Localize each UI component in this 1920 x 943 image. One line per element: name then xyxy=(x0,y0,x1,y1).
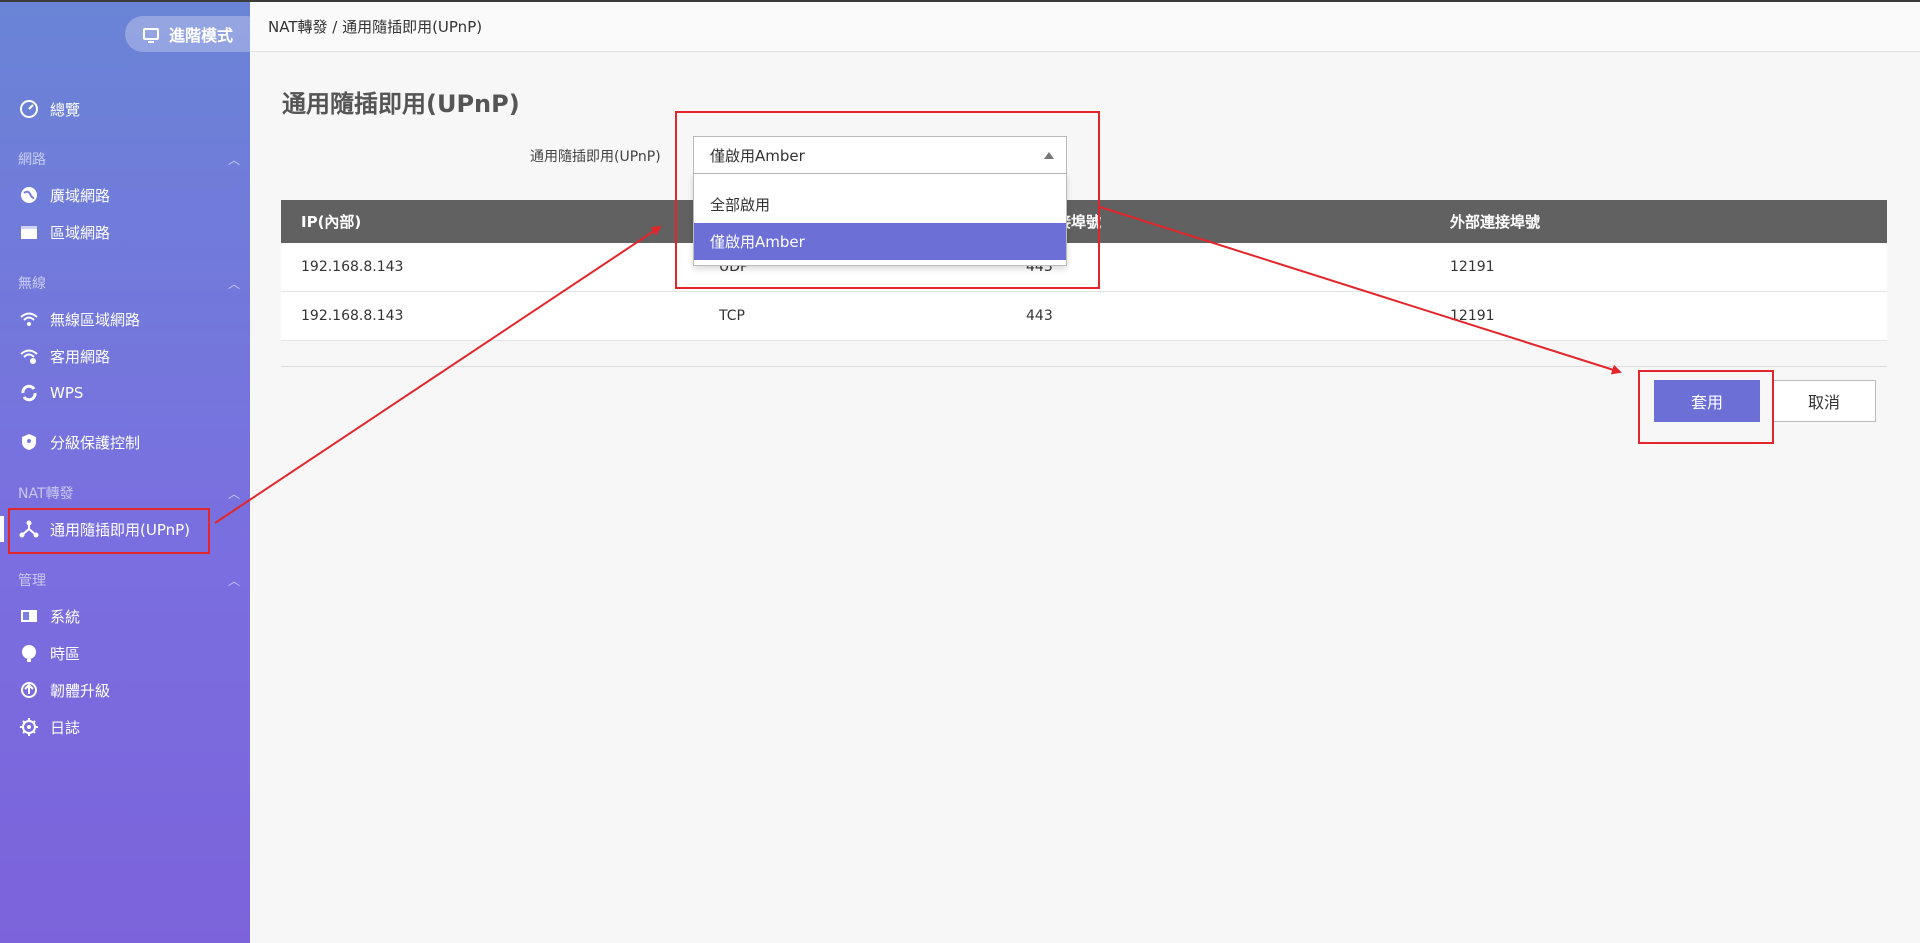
sidebar-item-overview[interactable]: 總覽 xyxy=(18,94,238,124)
upnp-mode-dropdown: 全部啟用 僅啟用Amber xyxy=(693,174,1067,266)
cell-protocol: TCP xyxy=(719,308,745,324)
cell-external-port: 12191 xyxy=(1450,308,1495,324)
section-network[interactable]: 網路 ︿ xyxy=(18,149,240,169)
sidebar-item-wan[interactable]: 廣域網路 xyxy=(18,180,238,210)
section-nat[interactable]: NAT轉發 ︿ xyxy=(18,483,240,503)
sidebar-item-label: 廣域網路 xyxy=(50,186,111,205)
sidebar-item-label: 分級保護控制 xyxy=(50,433,141,452)
upnp-field-label: 通用隨插即用(UPnP) xyxy=(530,149,661,165)
section-label: 管理 xyxy=(18,573,46,589)
sidebar-item-parental[interactable]: 分級保護控制 xyxy=(18,427,238,457)
cell-external-port: 12191 xyxy=(1450,259,1495,275)
globe-icon xyxy=(18,184,40,206)
upnp-mode-select[interactable]: 僅啟用Amber xyxy=(693,136,1067,174)
sidebar-item-upnp[interactable]: 通用隨插即用(UPnP) xyxy=(0,514,220,544)
sidebar-item-label: 區域網路 xyxy=(50,223,111,242)
sidebar: 進階模式 總覽 網路 ︿ 廣域網路 區域網路 無線 ︿ 無線區域網路 客用網路 … xyxy=(0,0,265,943)
cell-internal-port: 443 xyxy=(1026,308,1053,324)
system-icon xyxy=(18,605,40,627)
guest-wifi-icon xyxy=(18,345,40,367)
table-header: IP(內部) 部連接埠號 外部連接埠號 xyxy=(281,200,1887,243)
divider xyxy=(281,366,1887,367)
dashboard-icon xyxy=(18,98,40,120)
upgrade-icon xyxy=(18,679,40,701)
advanced-mode-label: 進階模式 xyxy=(169,26,234,45)
lan-icon xyxy=(18,221,40,243)
sidebar-item-wlan[interactable]: 無線區域網路 xyxy=(18,304,238,334)
header-external-port: 外部連接埠號 xyxy=(1450,213,1541,231)
top-border xyxy=(0,0,1920,2)
caret-up-icon xyxy=(1044,152,1054,159)
sidebar-item-guest[interactable]: 客用網路 xyxy=(18,341,238,371)
select-value: 僅啟用Amber xyxy=(710,146,805,165)
cell-internal-port: 443 xyxy=(1026,259,1053,275)
timezone-icon xyxy=(18,642,40,664)
monitor-icon xyxy=(143,28,159,43)
sidebar-item-wps[interactable]: WPS xyxy=(18,378,238,408)
section-label: 網路 xyxy=(18,152,46,168)
option-enable-all[interactable]: 全部啟用 xyxy=(694,186,1066,223)
sidebar-item-label: 無線區域網路 xyxy=(50,310,141,329)
sidebar-item-label: 系統 xyxy=(50,607,81,626)
cancel-button[interactable]: 取消 xyxy=(1772,380,1876,422)
sidebar-item-label: 通用隨插即用(UPnP) xyxy=(50,520,191,539)
sidebar-item-label: 總覽 xyxy=(50,100,81,119)
table-row: 192.168.8.143 TCP 443 12191 xyxy=(281,292,1887,341)
chevron-up-icon: ︿ xyxy=(227,486,240,501)
chevron-up-icon: ︿ xyxy=(227,276,240,291)
sidebar-item-firmware[interactable]: 韌體升級 xyxy=(18,675,238,705)
header-ip: IP(內部) xyxy=(301,213,362,231)
breadcrumb: NAT轉發 / 通用隨插即用(UPnP) xyxy=(250,2,1920,52)
sidebar-item-label: WPS xyxy=(50,384,84,402)
shield-icon xyxy=(18,431,40,453)
advanced-mode-button[interactable]: 進階模式 xyxy=(125,16,265,52)
chevron-up-icon: ︿ xyxy=(227,573,240,588)
table-row: 192.168.8.143 UDP 443 12191 xyxy=(281,243,1887,292)
sidebar-item-lan[interactable]: 區域網路 xyxy=(18,217,238,247)
header-internal-port: 部連接埠號 xyxy=(1026,211,1450,232)
section-label: NAT轉發 xyxy=(18,486,74,502)
sidebar-item-label: 客用網路 xyxy=(50,347,111,366)
apply-button[interactable]: 套用 xyxy=(1654,380,1760,422)
sidebar-item-label: 日誌 xyxy=(50,718,81,737)
section-label: 無線 xyxy=(18,276,46,292)
sidebar-item-timezone[interactable]: 時區 xyxy=(18,638,238,668)
section-management[interactable]: 管理 ︿ xyxy=(18,570,240,590)
page-title: 通用隨插即用(UPnP) xyxy=(282,90,520,118)
wps-icon xyxy=(18,382,40,404)
network-node-icon xyxy=(18,518,40,540)
cell-ip: 192.168.8.143 xyxy=(301,259,404,275)
sidebar-item-label: 韌體升級 xyxy=(50,681,111,700)
sidebar-item-log[interactable]: 日誌 xyxy=(18,712,238,742)
option-amber-only[interactable]: 僅啟用Amber xyxy=(694,223,1066,260)
upnp-table: IP(內部) 部連接埠號 外部連接埠號 192.168.8.143 UDP 44… xyxy=(281,200,1887,341)
section-wireless[interactable]: 無線 ︿ xyxy=(18,273,240,293)
sidebar-item-label: 時區 xyxy=(50,644,81,663)
sidebar-item-system[interactable]: 系統 xyxy=(18,601,238,631)
cell-ip: 192.168.8.143 xyxy=(301,308,404,324)
wifi-icon xyxy=(18,308,40,330)
chevron-up-icon: ︿ xyxy=(227,152,240,167)
gear-icon xyxy=(18,716,40,738)
